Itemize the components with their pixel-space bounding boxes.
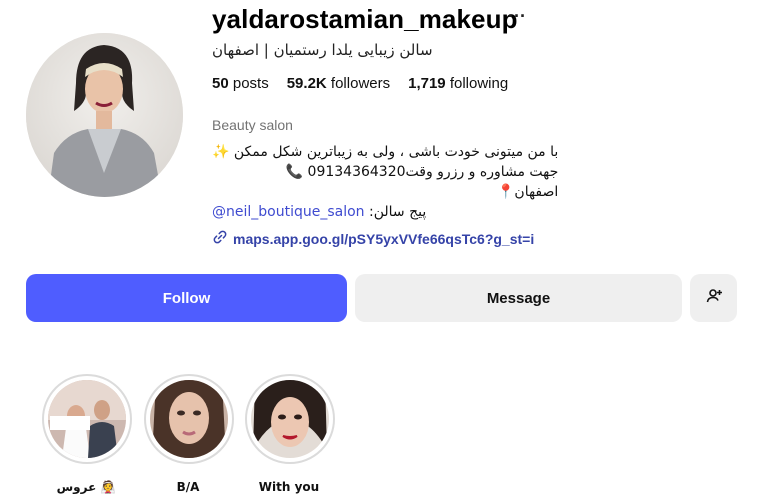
message-button[interactable]: Message bbox=[355, 274, 682, 322]
followers-count[interactable]: 59.2K followers bbox=[287, 75, 390, 92]
profile-bio: با من میتونی خودت باشی ، ولی به زیباترین… bbox=[212, 142, 558, 222]
bio-line: جهت مشاوره و رزرو وقت09134364320 📞 bbox=[285, 164, 559, 180]
bio-mention-link[interactable]: @neil_boutique_salon bbox=[212, 204, 365, 220]
bio-mention-prefix: پیج سالن: bbox=[369, 204, 427, 220]
profile-username: yaldarostamian_makeup bbox=[212, 4, 518, 34]
story-highlight[interactable]: عروس 👰 bbox=[42, 374, 132, 494]
story-highlight[interactable]: With you bbox=[245, 374, 335, 494]
highlight-label: B/A bbox=[176, 480, 200, 494]
suggested-users-button[interactable] bbox=[690, 274, 737, 322]
following-value: 1,719 bbox=[408, 75, 446, 92]
bio-line: با من میتونی خودت باشی ، ولی به زیباترین… bbox=[212, 144, 559, 160]
more-options-icon[interactable]: ··· bbox=[508, 6, 526, 27]
bio-line: اصفهان📍 bbox=[497, 184, 559, 200]
highlight-label: عروس 👰 bbox=[56, 480, 116, 494]
highlight-ring bbox=[42, 374, 132, 464]
profile-external-link[interactable]: maps.app.goo.gl/pSY5yxVVfe66qsTc6?g_st=i bbox=[212, 229, 534, 248]
bio-line-mention: @neil_boutique_salon پیج سالن: bbox=[212, 202, 558, 222]
following-label: following bbox=[449, 75, 509, 92]
following-count[interactable]: 1,719 following bbox=[408, 75, 508, 92]
story-highlight[interactable]: B/A bbox=[144, 374, 234, 494]
followers-label: followers bbox=[330, 75, 391, 92]
posts-label: posts bbox=[232, 75, 269, 92]
profile-stats: 50 posts 59.2K followers 1,719 following bbox=[212, 75, 508, 92]
link-text: maps.app.goo.gl/pSY5yxVVfe66qsTc6?g_st=i bbox=[233, 230, 535, 247]
followers-value: 59.2K bbox=[286, 75, 327, 92]
highlight-ring bbox=[144, 374, 234, 464]
profile-photo bbox=[26, 33, 183, 197]
profile-category: Beauty salon bbox=[212, 117, 293, 133]
link-icon bbox=[212, 229, 228, 248]
follow-button[interactable]: Follow bbox=[26, 274, 347, 322]
highlight-cover bbox=[150, 380, 228, 458]
profile-avatar[interactable] bbox=[26, 33, 183, 197]
posts-value: 50 bbox=[212, 75, 229, 92]
profile-full-name: سالن زیبایی یلدا رستمیان | اصفهان bbox=[212, 41, 433, 59]
add-user-icon bbox=[705, 287, 723, 309]
posts-count: 50 posts bbox=[212, 75, 269, 92]
highlight-ring bbox=[245, 374, 335, 464]
highlight-cover bbox=[251, 380, 329, 458]
highlight-label: With you bbox=[258, 480, 320, 494]
highlight-cover bbox=[48, 380, 126, 458]
